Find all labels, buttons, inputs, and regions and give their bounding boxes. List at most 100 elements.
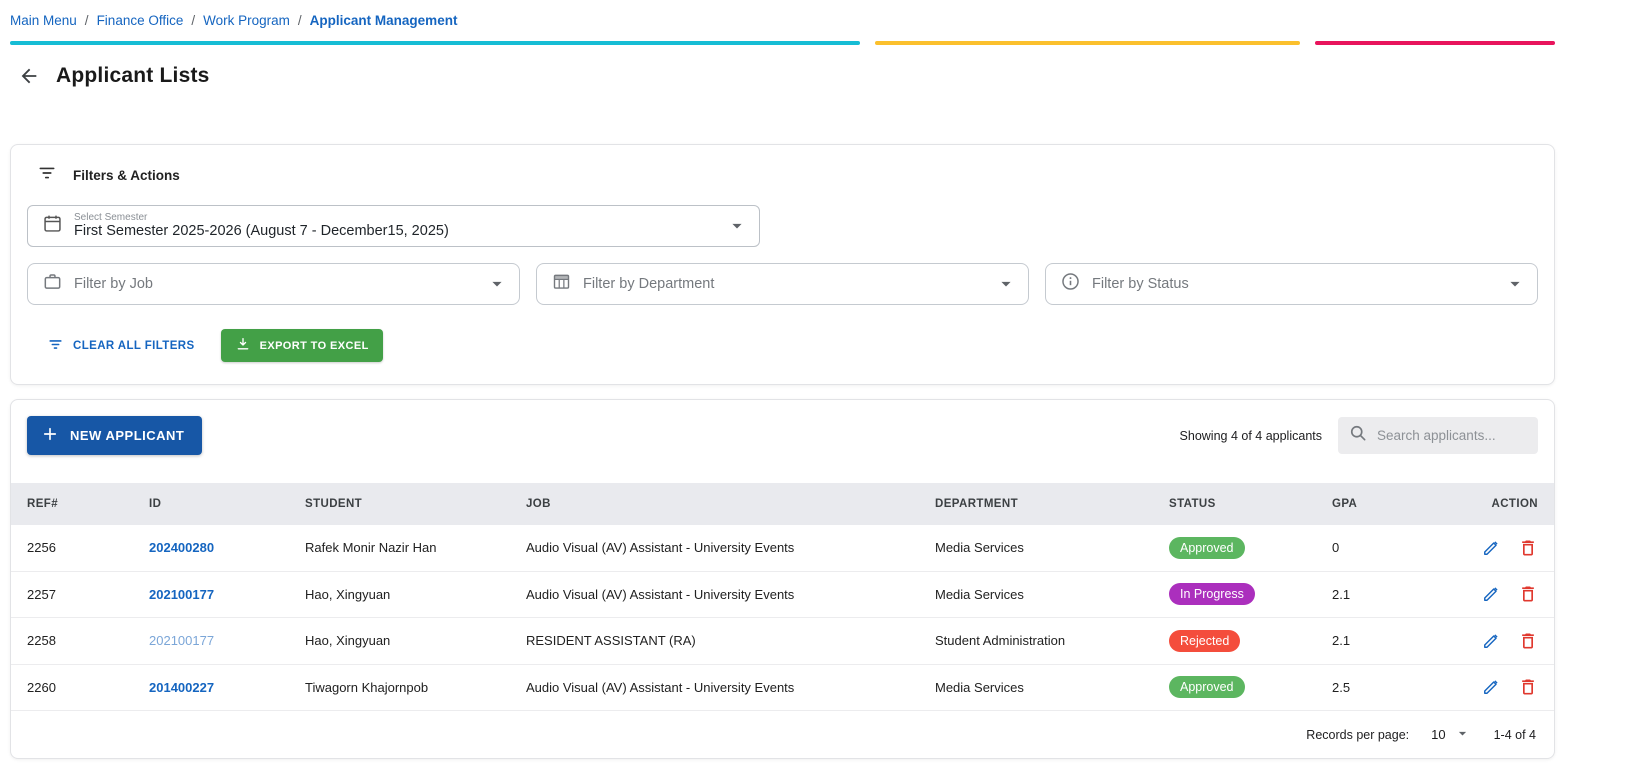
breadcrumb: Main Menu / Finance Office / Work Program / Ap… <box>10 10 1565 30</box>
delete-icon[interactable] <box>1518 584 1538 604</box>
status-badge: Approved <box>1169 676 1245 699</box>
status-badge: Rejected <box>1169 629 1241 652</box>
job-filter-select[interactable]: Filter by Job <box>27 263 520 305</box>
edit-icon[interactable] <box>1481 538 1501 558</box>
breadcrumb-separator: / <box>191 12 196 28</box>
table-toolbar: NEW APPLICANT Showing 4 of 4 applicants <box>11 416 1554 455</box>
department-filter-placeholder: Filter by Department <box>583 276 715 292</box>
column-header-id: ID <box>149 498 162 510</box>
column-header-gpa: GPA <box>1332 498 1358 510</box>
accent-bar <box>10 41 1555 45</box>
pagination-range-text: 1-4 of 4 <box>1493 727 1536 742</box>
table-header-row: REF# ID STUDENT JOB DEPARTMENT STATUS GPA ACTIO… <box>11 483 1554 525</box>
chevron-down-icon <box>1453 724 1472 746</box>
applicant-id-link[interactable]: 202100177 <box>149 587 214 602</box>
breadcrumb-item[interactable]: Finance Office <box>97 13 184 28</box>
records-per-page-select[interactable]: 10 <box>1431 724 1471 746</box>
job-cell: RESIDENT ASSISTANT (RA) <box>526 633 696 649</box>
chevron-down-icon <box>994 272 1018 296</box>
status-badge: In Progress <box>1169 583 1255 606</box>
info-circle-icon <box>1060 271 1081 297</box>
back-arrow-icon[interactable] <box>18 65 40 87</box>
export-to-excel-button[interactable]: EXPORT TO EXCEL <box>220 329 383 362</box>
student-cell: Hao, Xingyuan <box>305 633 391 649</box>
column-header-status: STATUS <box>1169 498 1216 510</box>
gpa-cell: 2.5 <box>1332 679 1351 695</box>
records-per-page-value: 10 <box>1431 727 1446 742</box>
breadcrumb-separator: / <box>84 12 89 28</box>
applicants-card: NEW APPLICANT Showing 4 of 4 applicants … <box>10 399 1555 759</box>
filter-list-icon <box>37 163 57 188</box>
column-header-action: ACTION <box>1491 498 1538 510</box>
clear-all-filters-button[interactable]: CLEAR ALL FILTERS <box>47 336 195 356</box>
filters-title: Filters & Actions <box>73 168 180 183</box>
gpa-cell: 0 <box>1332 540 1340 556</box>
department-cell: Student Administration <box>935 633 1066 649</box>
edit-icon[interactable] <box>1481 631 1501 651</box>
table-body: 2256 202400280 Rafek Monir Nazir Han Aud… <box>11 525 1554 711</box>
semester-select[interactable]: Select Semester First Semester 2025-2026… <box>27 205 760 247</box>
semester-value: First Semester 2025-2026 (August 7 - Dec… <box>74 223 449 240</box>
accent-bar-segment-cyan <box>10 41 860 45</box>
breadcrumb-separator: / <box>297 12 302 28</box>
job-cell: Audio Visual (AV) Assistant - University… <box>526 540 795 556</box>
department-cell: Media Services <box>935 679 1024 695</box>
edit-icon[interactable] <box>1481 677 1501 697</box>
filter-actions-row: CLEAR ALL FILTERS EXPORT TO EXCEL <box>27 329 1538 362</box>
student-cell: Hao, Xingyuan <box>305 586 391 602</box>
chevron-down-icon <box>1503 272 1527 296</box>
gpa-cell: 2.1 <box>1332 586 1351 602</box>
breadcrumb-item[interactable]: Work Program <box>203 13 290 28</box>
breadcrumb-item[interactable]: Applicant Management <box>310 13 458 28</box>
table-row: 2257 202100177 Hao, Xingyuan Audio Visua… <box>11 571 1554 618</box>
plus-icon <box>41 425 59 446</box>
records-per-page-label: Records per page: <box>1306 727 1410 742</box>
delete-icon[interactable] <box>1518 538 1538 558</box>
table-footer: Records per page: 10 1-4 of 4 <box>11 711 1554 758</box>
accent-bar-segment-pink <box>1315 41 1555 45</box>
ref-cell: 2258 <box>27 633 56 649</box>
semester-text: Select Semester First Semester 2025-2026… <box>74 212 449 240</box>
new-applicant-label: NEW APPLICANT <box>70 428 185 443</box>
gpa-cell: 2.1 <box>1332 633 1351 649</box>
status-filter-placeholder: Filter by Status <box>1092 276 1189 292</box>
table-row: 2260 201400227 Tiwagorn Khajornpob Audio… <box>11 664 1554 711</box>
delete-icon[interactable] <box>1518 631 1538 651</box>
briefcase-icon <box>42 271 63 297</box>
clear-all-filters-label: CLEAR ALL FILTERS <box>73 339 195 352</box>
chevron-down-icon <box>725 214 749 238</box>
search-icon <box>1348 423 1368 448</box>
column-header-ref-: REF# <box>27 498 58 510</box>
edit-icon[interactable] <box>1481 584 1501 604</box>
applicant-id-link[interactable]: 202100177 <box>149 633 214 648</box>
new-applicant-button[interactable]: NEW APPLICANT <box>27 416 203 455</box>
table-row: 2256 202400280 Rafek Monir Nazir Han Aud… <box>11 525 1554 572</box>
status-badge: Approved <box>1169 536 1245 559</box>
export-to-excel-label: EXPORT TO EXCEL <box>259 339 369 352</box>
toolbar-right: Showing 4 of 4 applicants <box>1180 417 1538 454</box>
search-input[interactable] <box>1377 428 1528 443</box>
status-filter-select[interactable]: Filter by Status <box>1045 263 1538 305</box>
department-grid-icon <box>551 271 572 297</box>
department-cell: Media Services <box>935 540 1024 556</box>
student-cell: Tiwagorn Khajornpob <box>305 679 429 695</box>
filters-card: Filters & Actions Select Semester First … <box>10 144 1555 385</box>
showing-count-text: Showing 4 of 4 applicants <box>1179 428 1322 443</box>
calendar-icon <box>42 213 63 239</box>
filters-header: Filters & Actions <box>27 163 1538 188</box>
ref-cell: 2257 <box>27 586 56 602</box>
download-icon <box>235 336 251 355</box>
page-title: Applicant Lists <box>56 64 210 87</box>
delete-icon[interactable] <box>1518 677 1538 697</box>
department-filter-select[interactable]: Filter by Department <box>536 263 1029 305</box>
clear-filter-icon <box>47 336 64 356</box>
job-filter-placeholder: Filter by Job <box>74 276 153 292</box>
search-box <box>1338 417 1538 454</box>
applicant-id-link[interactable]: 202400280 <box>149 540 214 555</box>
ref-cell: 2260 <box>27 679 56 695</box>
applicant-id-link[interactable]: 201400227 <box>149 680 214 695</box>
department-cell: Media Services <box>935 586 1024 602</box>
job-cell: Audio Visual (AV) Assistant - University… <box>526 679 795 695</box>
column-header-job: JOB <box>526 498 551 510</box>
breadcrumb-item[interactable]: Main Menu <box>10 13 77 28</box>
